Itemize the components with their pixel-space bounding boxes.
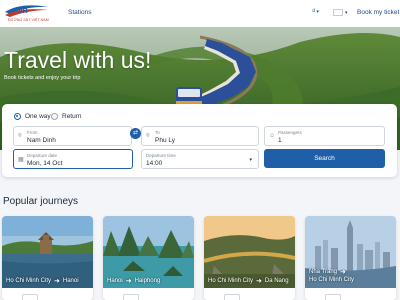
- journey-route: Hanoi ➜ Haiphong: [107, 277, 160, 285]
- chevron-down-icon: ▾: [249, 157, 252, 163]
- journey-route-line2: Ho Chi Minh City: [309, 277, 354, 283]
- passengers-label: Passengers: [278, 130, 302, 135]
- language-selector[interactable]: ▾: [333, 9, 348, 16]
- calendar-icon: ▦: [18, 157, 24, 163]
- arrow-right-icon: ➜: [340, 269, 346, 276]
- trip-option-one-way[interactable]: One way: [14, 113, 51, 120]
- nav-stations-link[interactable]: Stations: [68, 9, 92, 16]
- journey-route-line1: Nha Trang ➜: [309, 268, 346, 276]
- from-label: From: [27, 130, 38, 135]
- location-pin-icon: ⌾: [146, 133, 150, 139]
- search-button[interactable]: Search: [264, 149, 385, 168]
- journey-route: Ho Chi Minh City ➜ Da Nang: [208, 277, 289, 285]
- user-icon: ☺: [269, 133, 276, 139]
- hero-title: Travel with us!: [4, 47, 152, 73]
- departure-date-value: Mon, 14 Oct: [27, 160, 63, 167]
- top-header: VR ĐƯỜNG SẮT VIỆT NAM Stations ₫ ▾ ▾ Boo…: [0, 0, 400, 27]
- journey-card[interactable]: Ho Chi Minh City ➜ Da Nang: [204, 216, 295, 300]
- radio-unselected-icon[interactable]: [51, 113, 58, 120]
- arrow-right-icon: ➜: [256, 278, 262, 285]
- location-pin-icon: ⌾: [18, 133, 22, 139]
- to-label: To: [155, 130, 160, 135]
- swap-stations-button[interactable]: ⇄: [130, 128, 141, 139]
- journey-card-footer: [2, 288, 93, 300]
- journey-card-button[interactable]: [22, 294, 38, 300]
- journey-card-button[interactable]: [123, 294, 139, 300]
- chevron-down-icon: ▾: [316, 8, 319, 15]
- from-value: Nam Dinh: [27, 137, 56, 144]
- book-my-ticket-link[interactable]: Book my ticket: [357, 9, 399, 16]
- journey-from: Hanoi: [107, 278, 123, 284]
- popular-journeys-title: Popular journeys: [3, 196, 79, 207]
- arrow-right-icon: ➜: [54, 278, 60, 285]
- departure-date-field[interactable]: ▦ Departure date Mon, 14 Oct: [13, 149, 133, 169]
- journey-card-button[interactable]: [224, 294, 240, 300]
- currency-selector[interactable]: ₫ ▾: [312, 8, 319, 15]
- journey-to: Haiphong: [134, 278, 161, 284]
- journey-card[interactable]: Ho Chi Minh City ➜ Hanoi: [2, 216, 93, 300]
- journey-to: Hanoi: [62, 278, 79, 284]
- arrow-right-icon: ➜: [125, 278, 132, 285]
- journey-card-footer: [204, 288, 295, 300]
- journey-card-button[interactable]: [325, 294, 341, 300]
- logo-text: VR: [18, 8, 28, 15]
- journey-to: Ho Chi Minh City: [309, 277, 355, 283]
- journey-card[interactable]: Nha Trang ➜ Ho Chi Minh City: [305, 216, 396, 300]
- journey-to: Da Nang: [264, 278, 289, 284]
- departure-time-select[interactable]: Departure time 14:00 ▾: [141, 149, 259, 169]
- chevron-down-icon: ▾: [345, 9, 348, 16]
- journey-from: Ho Chi Minh City: [6, 278, 52, 284]
- journey-card-footer: [103, 288, 194, 300]
- journey-card-footer: [305, 288, 396, 300]
- logo-mark: VR: [5, 5, 49, 17]
- departure-date-label: Departure date: [27, 153, 58, 158]
- one-way-label: One way: [25, 113, 51, 120]
- vr-logo[interactable]: VR ĐƯỜNG SẮT VIỆT NAM: [4, 3, 50, 23]
- departure-time-label: Departure time: [146, 153, 176, 158]
- currency-symbol: ₫: [312, 8, 316, 15]
- return-label: Return: [62, 113, 82, 120]
- departure-time-value: 14:00: [146, 160, 163, 167]
- journey-from: Nha Trang: [309, 269, 338, 275]
- radio-selected-icon[interactable]: [14, 113, 21, 120]
- to-field[interactable]: ⌾ To Phu Ly: [141, 126, 259, 146]
- passengers-value: 1: [278, 137, 282, 144]
- trip-option-return[interactable]: Return: [51, 113, 82, 120]
- logo-subtext: ĐƯỜNG SẮT VIỆT NAM: [8, 18, 49, 22]
- us-flag-icon: [333, 9, 343, 16]
- journey-from: Ho Chi Minh City: [208, 278, 254, 284]
- passengers-field[interactable]: ☺ Passengers 1: [264, 126, 385, 146]
- hero-subtitle: Book tickets and enjoy your trip: [4, 75, 81, 81]
- from-field[interactable]: ⌾ From Nam Dinh: [13, 126, 132, 146]
- journey-route: Ho Chi Minh City ➜ Hanoi: [6, 277, 79, 285]
- to-value: Phu Ly: [155, 137, 175, 144]
- journey-card[interactable]: Hanoi ➜ Haiphong: [103, 216, 194, 300]
